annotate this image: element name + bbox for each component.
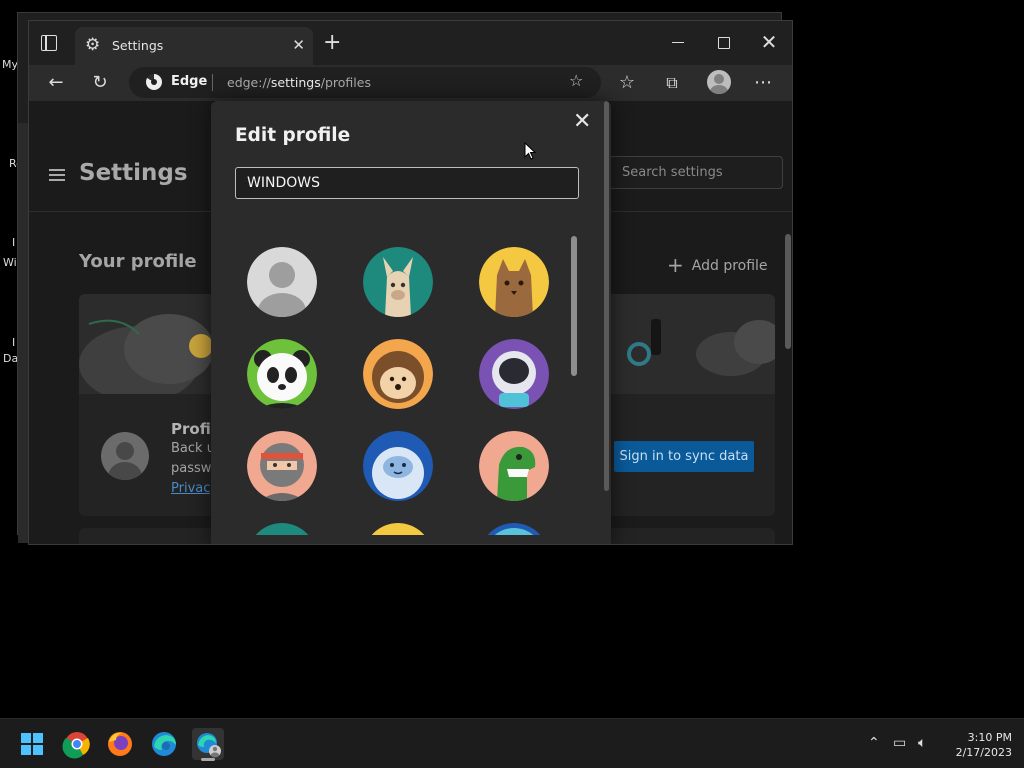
desktop-label[interactable]: I: [12, 236, 15, 249]
tab-settings[interactable]: ⚙ Settings ✕: [75, 27, 313, 65]
toolbar: ← ↻ Edge edge://settings/profiles ☆ ☆ ⧉ …: [29, 65, 792, 101]
avatar-default-person[interactable]: [247, 247, 317, 317]
start-icon[interactable]: [21, 733, 43, 755]
new-tab-icon[interactable]: +: [323, 32, 341, 54]
avatar-astronaut[interactable]: [479, 339, 549, 409]
refresh-icon[interactable]: ↻: [88, 71, 112, 95]
edit-profile-dialog: Edit profile ✕: [211, 101, 611, 544]
profile-name-input[interactable]: [235, 167, 579, 199]
desktop: My Re I Wi I Da ⚙ Settings ✕ + ✕ ← ↻ Edg…: [0, 0, 1024, 718]
window-close-icon[interactable]: ✕: [757, 31, 781, 55]
taskbar: ⌃ ▭ 🔈︎ 3:10 PM 2/17/2023: [0, 718, 1024, 768]
favorites-icon[interactable]: ☆: [615, 71, 639, 95]
clock[interactable]: 3:10 PM 2/17/2023: [946, 730, 1012, 760]
chevron-up-icon[interactable]: ⌃: [868, 735, 880, 751]
url-suffix: /profiles: [320, 75, 371, 90]
avatar-teal-partial[interactable]: [247, 523, 317, 535]
edge-logo-icon: [146, 74, 162, 90]
avatar-grid-scrollbar[interactable]: [571, 236, 577, 376]
add-profile-label: Add profile: [691, 258, 768, 274]
search-settings-input[interactable]: Search settings: [609, 156, 783, 189]
address-brand: Edge: [171, 74, 208, 89]
avatar-hedgehog[interactable]: [363, 339, 433, 409]
url-prefix: edge://: [227, 75, 271, 90]
desktop-label[interactable]: Da: [3, 352, 18, 365]
tab-actions-icon[interactable]: [41, 35, 57, 51]
collections-icon[interactable]: ⧉: [660, 71, 684, 95]
clock-date: 2/17/2023: [955, 746, 1012, 759]
minimize-icon[interactable]: [666, 31, 690, 55]
gear-icon: ⚙: [85, 35, 101, 55]
volume-icon[interactable]: 🔈︎: [918, 735, 926, 751]
url-text: edge://settings/profiles: [227, 75, 371, 90]
edge-icon[interactable]: [148, 728, 180, 760]
page-scrollbar[interactable]: [785, 234, 791, 349]
avatar-grid: [235, 231, 565, 535]
your-profile-heading: Your profile: [79, 251, 197, 272]
title-bar: ⚙ Settings ✕ + ✕: [29, 21, 792, 65]
more-menu-icon[interactable]: ⋯: [751, 71, 775, 95]
chrome-icon[interactable]: [61, 728, 93, 760]
avatar-yellow-partial[interactable]: [363, 523, 433, 535]
address-bar[interactable]: Edge edge://settings/profiles ☆: [129, 67, 601, 98]
address-separator: [212, 74, 213, 91]
tab-close-icon[interactable]: ✕: [292, 36, 305, 54]
avatar-panda[interactable]: [247, 339, 317, 409]
dialog-title: Edit profile: [235, 125, 351, 146]
profile-avatar-icon[interactable]: [707, 70, 731, 94]
profile-avatar: [101, 432, 149, 480]
avatar-ninja[interactable]: [247, 431, 317, 501]
avatar-cat[interactable]: [479, 247, 549, 317]
desktop-label[interactable]: Wi: [3, 256, 17, 269]
dialog-close-icon[interactable]: ✕: [573, 109, 591, 134]
hamburger-menu-icon[interactable]: [49, 169, 65, 181]
dialog-scrollbar[interactable]: [604, 101, 609, 491]
avatar-blue-ring-partial[interactable]: [479, 523, 549, 535]
avatar-llama[interactable]: [363, 247, 433, 317]
plus-icon: +: [667, 253, 684, 277]
avatar-yeti[interactable]: [363, 431, 433, 501]
add-favorite-icon[interactable]: ☆: [569, 71, 583, 90]
avatar-dinosaur[interactable]: [479, 431, 549, 501]
active-indicator: [201, 758, 215, 761]
desktop-label[interactable]: My: [2, 58, 18, 71]
tab-title: Settings: [112, 38, 164, 53]
network-icon[interactable]: ▭: [893, 735, 906, 751]
browser-window: ⚙ Settings ✕ + ✕ ← ↻ Edge edge://setting…: [28, 20, 793, 545]
maximize-icon[interactable]: [711, 31, 735, 55]
sign-in-sync-button[interactable]: Sign in to sync data: [614, 441, 754, 472]
desktop-label[interactable]: I: [12, 336, 15, 349]
clock-time: 3:10 PM: [967, 731, 1012, 744]
mouse-cursor-icon: [524, 142, 536, 160]
url-strong: settings: [270, 75, 321, 90]
add-profile-button[interactable]: + Add profile: [667, 253, 768, 277]
back-arrow-icon[interactable]: ←: [44, 71, 68, 95]
firefox-icon[interactable]: [104, 728, 136, 760]
edge-profile-icon[interactable]: [192, 728, 224, 761]
settings-title: Settings: [79, 160, 188, 186]
